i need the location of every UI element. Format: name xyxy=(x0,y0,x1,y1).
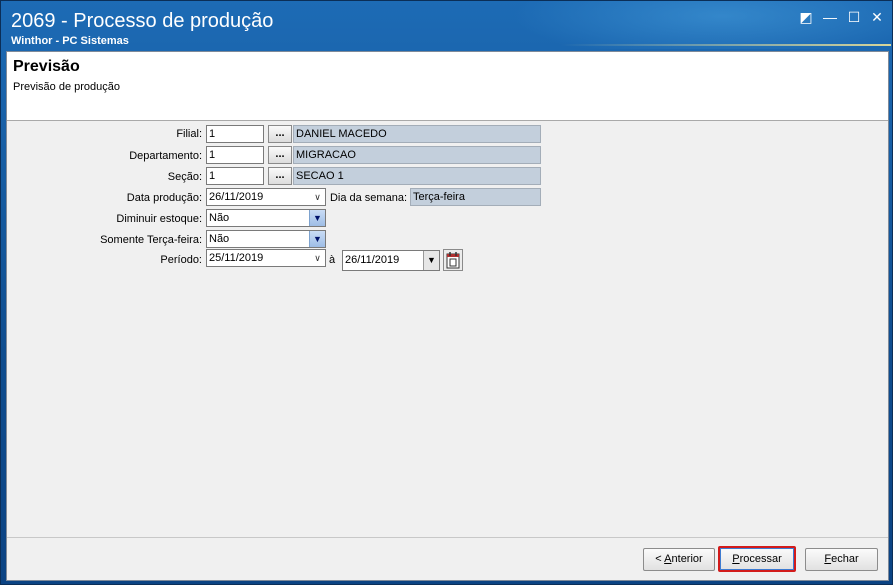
somente-terca-select[interactable]: Não ▼ xyxy=(206,230,326,248)
filial-label: Filial: xyxy=(176,128,202,140)
departamento-name-field: MIGRACAO xyxy=(293,146,541,164)
chevron-down-icon[interactable]: ∨ xyxy=(310,250,325,266)
somente-terca-value: Não xyxy=(209,233,230,245)
periodo-end-picker[interactable]: 26/11/2019 ▼ xyxy=(342,250,440,271)
fechar-button[interactable]: Fechar xyxy=(805,548,878,571)
periodo-label: Período: xyxy=(160,254,202,266)
processar-button[interactable]: Processar xyxy=(718,546,796,572)
content-panel: Previsão Previsão de produção Filial: 1 … xyxy=(6,51,889,581)
diminuir-estoque-value: Não xyxy=(209,212,230,224)
periodo-separator: à xyxy=(329,254,336,266)
processar-rest: rocessar xyxy=(739,553,782,565)
diminuir-estoque-label: Diminuir estoque: xyxy=(116,213,202,225)
chevron-down-icon[interactable]: ▼ xyxy=(309,231,325,247)
window-subtitle: Winthor - PC Sistemas xyxy=(11,35,129,47)
calendar-icon xyxy=(446,252,460,269)
anterior-rest: nterior xyxy=(671,553,703,565)
minimize-icon[interactable]: — xyxy=(821,9,839,25)
filial-code-input[interactable]: 1 xyxy=(206,125,264,143)
restore-icon[interactable]: ◩ xyxy=(797,9,815,25)
fechar-rest: echar xyxy=(831,553,859,565)
periodo-start-value: 25/11/2019 xyxy=(209,252,264,264)
filial-name-field: DANIEL MACEDO xyxy=(293,125,541,143)
processar-accel: P xyxy=(732,553,740,565)
departamento-lookup-button[interactable]: ... xyxy=(268,146,292,164)
window-title: 2069 - Processo de produção xyxy=(11,10,274,32)
secao-name-field: SECAO 1 xyxy=(293,167,541,185)
diminuir-estoque-select[interactable]: Não ▼ xyxy=(206,209,326,227)
page-title: Previsão xyxy=(13,58,80,75)
periodo-start-picker[interactable]: 25/11/2019 ∨ xyxy=(206,249,326,267)
filial-lookup-button[interactable]: ... xyxy=(268,125,292,143)
data-producao-value: 26/11/2019 xyxy=(209,191,264,203)
anterior-prefix: < xyxy=(655,553,665,565)
periodo-end-value: 26/11/2019 xyxy=(345,254,400,266)
title-bar: 2069 - Processo de produção Winthor - PC… xyxy=(1,1,892,49)
footer-divider xyxy=(7,537,888,538)
data-producao-picker[interactable]: 26/11/2019 ∨ xyxy=(206,188,326,206)
dia-semana-label: Dia da semana: xyxy=(329,192,407,204)
calendar-button[interactable] xyxy=(443,249,463,271)
departamento-label: Departamento: xyxy=(129,150,202,162)
dia-semana-field: Terça-feira xyxy=(410,188,541,206)
secao-lookup-button[interactable]: ... xyxy=(268,167,292,185)
anterior-accel: A xyxy=(664,553,672,565)
close-icon[interactable]: ✕ xyxy=(868,9,886,25)
title-bar-accent-line xyxy=(561,44,891,46)
departamento-code-input[interactable]: 1 xyxy=(206,146,264,164)
anterior-button[interactable]: < Anterior xyxy=(643,548,715,571)
maximize-icon[interactable]: ☐ xyxy=(845,9,863,25)
app-window: 2069 - Processo de produção Winthor - PC… xyxy=(0,0,893,585)
somente-terca-label: Somente Terça-feira: xyxy=(100,234,202,246)
chevron-down-icon[interactable]: ▼ xyxy=(423,251,439,270)
secao-label: Seção: xyxy=(167,171,202,183)
page-header: Previsão Previsão de produção xyxy=(7,52,888,121)
secao-code-input[interactable]: 1 xyxy=(206,167,264,185)
data-producao-label: Data produção: xyxy=(126,192,202,204)
chevron-down-icon[interactable]: ▼ xyxy=(309,210,325,226)
chevron-down-icon[interactable]: ∨ xyxy=(310,189,325,205)
page-subtitle: Previsão de produção xyxy=(13,81,121,93)
